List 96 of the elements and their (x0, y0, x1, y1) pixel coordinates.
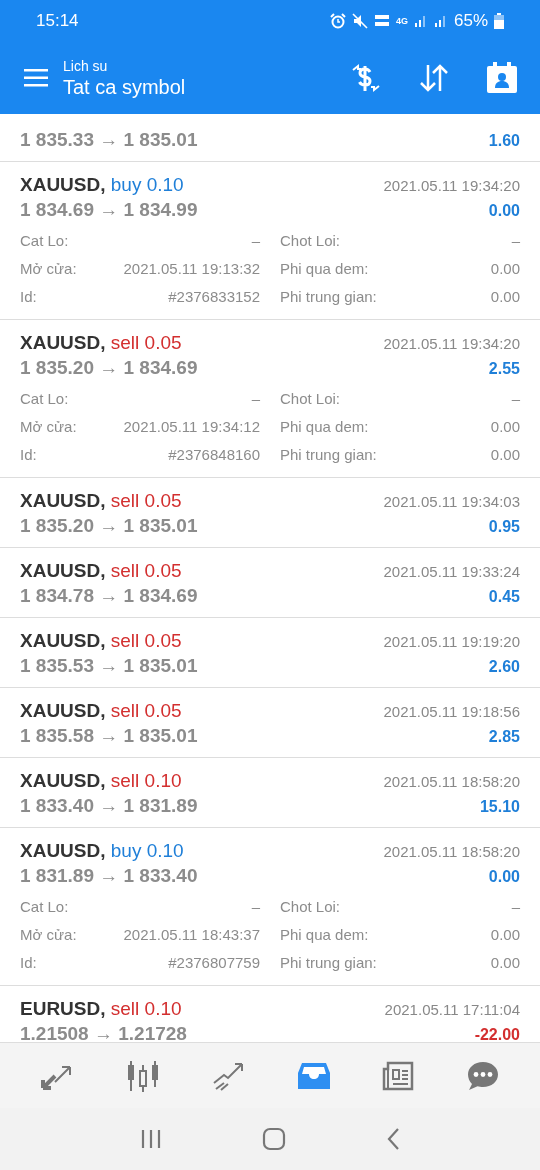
trade-profit: 0.00 (488, 867, 520, 887)
battery-level: 65% (453, 11, 488, 31)
detail-value: 0.00 (490, 953, 520, 971)
detail-value: #2376807759 (168, 953, 260, 971)
trade-time: 2021.05.11 19:19:20 (383, 632, 520, 652)
home-icon[interactable] (262, 1127, 286, 1151)
detail-label: Id: (20, 445, 37, 463)
signal-icon (433, 14, 448, 28)
trade-title[interactable]: XAUUSD, sell 0.10 (20, 768, 182, 793)
menu-icon[interactable] (24, 69, 48, 87)
trade-title[interactable]: XAUUSD, buy 0.10 (20, 838, 184, 863)
network-type: 4G (395, 16, 408, 26)
detail-value: 0.00 (490, 417, 520, 435)
detail-label: Phi qua dem: (280, 259, 369, 277)
trade-prices: 1 835.33 → 1 835.01 (20, 128, 198, 152)
trade-title[interactable]: XAUUSD, sell 0.05 (20, 628, 182, 653)
detail-label: Chot Loi: (280, 389, 341, 407)
detail-label: Cat Lo: (20, 231, 69, 249)
trade-prices: 1 835.53 → 1 835.01 (20, 654, 198, 678)
detail-value: 0.00 (490, 259, 520, 277)
candlestick-icon (126, 1059, 160, 1092)
signal-icon (413, 14, 428, 28)
recent-apps-icon[interactable] (140, 1128, 162, 1150)
trade-time: 2021.05.11 19:34:03 (383, 492, 520, 512)
battery-icon (494, 13, 504, 29)
clock-time: 15:14 (36, 11, 79, 31)
trade-prices: 1 835.20 → 1 834.69 (20, 356, 198, 380)
calendar-person-icon[interactable] (486, 62, 518, 94)
detail-label: Phi qua dem: (280, 417, 369, 435)
detail-value: – (251, 231, 260, 249)
detail-label: Phi trung gian: (280, 953, 377, 971)
trade-time: 2021.05.11 19:18:56 (383, 702, 520, 722)
chat-bubble-icon (466, 1059, 500, 1092)
trade-prices: 1 831.89 → 1 833.40 (20, 864, 198, 888)
dollar-exchange-icon[interactable] (350, 62, 382, 94)
trade-time: 2021.05.11 18:58:20 (383, 842, 520, 862)
trade-profit: 2.55 (488, 359, 520, 379)
trade-profit: 0.45 (488, 587, 520, 607)
trade-time: 2021.05.11 19:34:20 (383, 176, 520, 196)
screen-title[interactable]: Tat ca symbol (63, 75, 350, 99)
trade-title[interactable]: XAUUSD, buy 0.10 (20, 172, 184, 197)
trade-title[interactable]: XAUUSD, sell 0.05 (20, 558, 182, 583)
detail-label: Mở cửa: (20, 925, 77, 943)
trade-profit: 15.10 (479, 797, 520, 817)
detail-value: – (511, 389, 520, 407)
detail-value: 2021.05.11 19:13:32 (123, 259, 260, 277)
detail-label: Cat Lo: (20, 897, 69, 915)
trade-profit: 1.60 (488, 131, 520, 151)
trade-time: 2021.05.11 19:34:20 (383, 334, 520, 354)
alarm-icon (329, 13, 346, 29)
detail-label: Cat Lo: (20, 389, 69, 407)
trade-profit: 0.95 (488, 517, 520, 537)
sort-icon[interactable] (418, 63, 450, 93)
trade-prices: 1 834.69 → 1 834.99 (20, 198, 198, 222)
detail-label: Id: (20, 953, 37, 971)
newspaper-icon (382, 1060, 414, 1091)
trade-time: 2021.05.11 19:33:24 (383, 562, 520, 582)
trend-arrow-icon (212, 1060, 246, 1091)
trade-profit: 2.85 (488, 727, 520, 747)
trade-time: 2021.05.11 17:11:04 (384, 1000, 520, 1020)
screen-subtitle: Lich su (63, 57, 109, 74)
detail-value: – (251, 389, 260, 407)
trade-profit: -22.00 (474, 1025, 520, 1042)
detail-value: 0.00 (490, 925, 520, 943)
detail-label: Phi trung gian: (280, 445, 377, 463)
detail-value: 2021.05.11 18:43:37 (123, 925, 260, 943)
detail-value: 2021.05.11 19:34:12 (123, 417, 260, 435)
back-icon[interactable] (386, 1127, 400, 1151)
trade-prices: 1 834.78 → 1 834.69 (20, 584, 198, 608)
detail-label: Mở cửa: (20, 417, 77, 435)
detail-value: – (511, 897, 520, 915)
detail-value: – (511, 231, 520, 249)
trade-prices: 1 833.40 → 1 831.89 (20, 794, 198, 818)
inbox-icon (298, 1060, 330, 1091)
trade-time: 2021.05.11 18:58:20 (383, 772, 520, 792)
detail-value: #2376833152 (168, 287, 260, 305)
trade-prices: 1 835.58 → 1 835.01 (20, 724, 198, 748)
trade-title[interactable]: XAUUSD, sell 0.05 (20, 488, 182, 513)
detail-label: Phi qua dem: (280, 925, 369, 943)
detail-value: – (251, 897, 260, 915)
trade-prices: 1.21508 → 1.21728 (20, 1022, 187, 1042)
trade-title[interactable]: XAUUSD, sell 0.05 (20, 698, 182, 723)
detail-value: #2376848160 (168, 445, 260, 463)
trade-title[interactable]: EURUSD, sell 0.10 (20, 996, 182, 1021)
trade-prices: 1 835.20 → 1 835.01 (20, 514, 198, 538)
detail-value: 0.00 (490, 445, 520, 463)
trade-title[interactable]: XAUUSD, sell 0.05 (20, 330, 182, 355)
trade-profit: 2.60 (488, 657, 520, 677)
detail-value: 0.00 (490, 287, 520, 305)
trade-profit: 0.00 (488, 201, 520, 221)
mute-icon (351, 13, 368, 29)
detail-label: Id: (20, 287, 37, 305)
detail-label: Chot Loi: (280, 231, 341, 249)
detail-label: Mở cửa: (20, 259, 77, 277)
detail-label: Chot Loi: (280, 897, 341, 915)
detail-label: Phi trung gian: (280, 287, 377, 305)
